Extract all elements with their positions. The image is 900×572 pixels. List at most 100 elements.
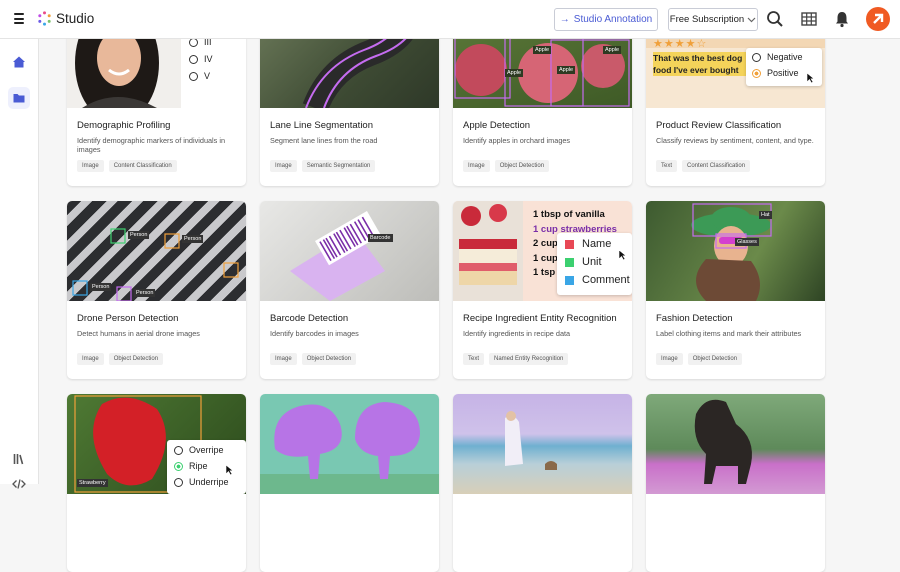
card-tag: Object Detection	[494, 160, 550, 172]
card-tag: Image	[656, 353, 683, 365]
card-image: Person Person Person Person	[67, 201, 246, 301]
card-tag: Content Classification	[108, 160, 177, 172]
top-bar: Studio → Studio Annotation Free Subscrip…	[0, 0, 900, 39]
cursor-icon	[225, 464, 234, 476]
library-icon[interactable]	[12, 452, 26, 466]
radio-option[interactable]: Negative	[767, 52, 803, 62]
dog-image	[694, 399, 752, 484]
bbox-label: Person	[134, 289, 156, 297]
card-image	[260, 394, 439, 494]
card-title: Lane Line Segmentation	[270, 120, 373, 131]
chevron-down-icon	[747, 17, 756, 22]
card-tag: Image	[270, 353, 297, 365]
card-image: 1 tbsp of vanilla 1 cup strawberries 2 c…	[453, 201, 632, 301]
home-icon[interactable]	[12, 55, 26, 69]
card-description: Identify ingredients in recipe data	[463, 329, 571, 338]
search-icon[interactable]	[766, 10, 784, 28]
entity-label-menu: Name Unit Comment	[557, 233, 632, 295]
card-title: Product Review Classification	[656, 120, 782, 131]
barcode-image	[290, 211, 385, 301]
card-image: Hat Glasses	[646, 201, 825, 301]
card-description: Identify barcodes in images	[270, 329, 359, 338]
bbox-label: Person	[182, 235, 204, 243]
entity-option[interactable]: Name	[582, 238, 611, 250]
radio-option[interactable]: V	[204, 71, 210, 81]
card-tag: Image	[463, 160, 490, 172]
bbox-label: Strawberry	[77, 479, 108, 487]
radio-option[interactable]: Underripe	[189, 477, 229, 487]
card-tag: Image	[270, 160, 297, 172]
cursor-icon	[806, 72, 815, 84]
card-tag: Image	[77, 353, 104, 365]
subscription-dropdown[interactable]: Free Subscription	[668, 8, 758, 31]
card-image	[453, 394, 632, 494]
folder-icon[interactable]	[12, 91, 26, 105]
card-title: Recipe Ingredient Entity Recognition	[463, 313, 617, 324]
entity-option[interactable]: Unit	[582, 256, 602, 268]
cursor-icon	[618, 249, 627, 261]
bbox-label: Hat	[759, 211, 772, 219]
card-title: Fashion Detection	[656, 313, 733, 324]
card-tag: Text	[463, 353, 485, 365]
hamburger-icon[interactable]	[14, 13, 24, 27]
project-card[interactable]: 1 tbsp of vanilla 1 cup strawberries 2 c…	[453, 201, 632, 379]
project-card[interactable]: Barcode Barcode Detection Identify barco…	[260, 201, 439, 379]
bbox-label: Apple	[557, 66, 576, 74]
card-tag: Text	[656, 160, 678, 172]
arrow-right-icon: →	[559, 14, 570, 25]
card-image: Barcode	[260, 201, 439, 301]
bell-icon[interactable]	[833, 10, 851, 28]
avatar[interactable]	[866, 7, 890, 31]
card-tag: Semantic Segmentation	[301, 160, 376, 172]
project-card[interactable]	[453, 394, 632, 572]
card-tag: Content Classification	[682, 160, 751, 172]
radio-option[interactable]: Overripe	[189, 445, 224, 455]
card-title: Drone Person Detection	[77, 313, 179, 324]
card-description: Label clothing items and mark their attr…	[656, 329, 802, 338]
studio-annotation-button[interactable]: → Studio Annotation	[554, 8, 658, 31]
bbox-label: Person	[90, 283, 112, 291]
code-icon[interactable]	[12, 477, 26, 491]
recipe-line: 1 tbsp of vanilla	[533, 209, 605, 220]
card-image	[646, 394, 825, 494]
project-card[interactable]: Strawberry Overripe Ripe Underripe	[67, 394, 246, 572]
app-title: Studio	[56, 11, 95, 26]
card-description: Classify reviews by sentiment, content, …	[656, 136, 814, 145]
bbox-label: Apple	[603, 46, 622, 54]
project-card[interactable]	[260, 394, 439, 572]
radio-option[interactable]: Ripe	[189, 461, 208, 471]
card-title: Apple Detection	[463, 120, 531, 131]
subscription-label: Free Subscription	[669, 14, 745, 25]
bbox-label: Apple	[533, 46, 552, 54]
bbox-label: Apple	[505, 69, 524, 77]
card-title: Demographic Profiling	[77, 120, 171, 131]
grid-icon[interactable]	[800, 10, 818, 28]
trees-segmentation-image	[260, 402, 439, 494]
card-title: Barcode Detection	[270, 313, 349, 324]
review-text: That was the best dog food I've ever bou…	[653, 52, 758, 76]
sentiment-dropdown: Negative Positive	[746, 48, 822, 86]
card-tag: Named Entity Recognition	[489, 353, 569, 365]
ripeness-dropdown: Overripe Ripe Underripe	[167, 440, 246, 494]
beach-image	[505, 411, 557, 470]
bbox-label: Person	[128, 231, 150, 239]
bbox-label: Barcode	[368, 234, 393, 242]
card-tag: Image	[77, 160, 104, 172]
card-tag: Object Detection	[301, 353, 357, 365]
card-image: Strawberry Overripe Ripe Underripe	[67, 394, 246, 494]
card-tag: Object Detection	[108, 353, 164, 365]
project-card[interactable]: Hat Glasses Fashion Detection Label clot…	[646, 201, 825, 379]
studio-annotation-label: Studio Annotation	[573, 14, 653, 25]
card-description: Segment lane lines from the road	[270, 136, 378, 145]
entity-option[interactable]: Comment	[582, 274, 630, 286]
project-card[interactable]: Person Person Person Person Drone Person…	[67, 201, 246, 379]
sidebar	[0, 39, 39, 489]
project-card[interactable]	[646, 394, 825, 572]
bbox-label: Glasses	[735, 238, 759, 246]
card-tag: Object Detection	[687, 353, 743, 365]
studio-logo-icon	[38, 11, 51, 26]
radio-option[interactable]: IV	[204, 54, 213, 64]
radio-option[interactable]: Positive	[767, 68, 799, 78]
fashion-image	[691, 203, 772, 301]
card-description: Identify demographic markers of individu…	[77, 136, 226, 154]
